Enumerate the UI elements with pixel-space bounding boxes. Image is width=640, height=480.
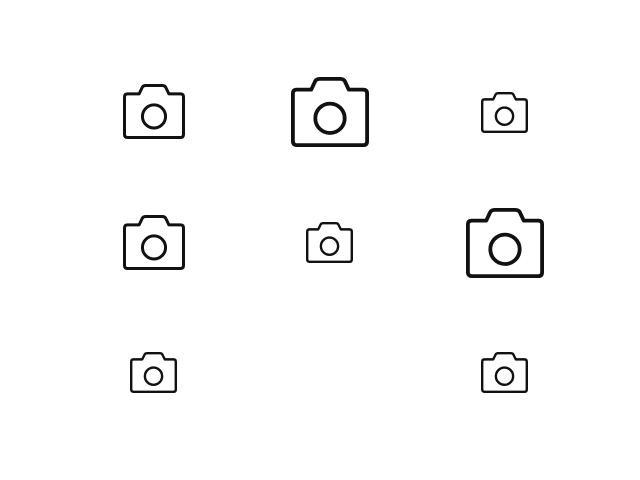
camera-body — [481, 92, 528, 133]
camera-body — [123, 215, 185, 270]
camera-glyph — [130, 352, 177, 393]
camera-lens — [494, 106, 515, 127]
camera-icon — [123, 215, 185, 270]
camera-glyph — [123, 215, 185, 270]
camera-lens — [319, 236, 340, 257]
camera-icon — [123, 84, 185, 139]
camera-icon — [306, 222, 353, 263]
camera-glyph — [481, 352, 528, 393]
camera-icon — [481, 352, 528, 393]
camera-lens — [494, 366, 515, 387]
camera-icon — [481, 92, 528, 133]
camera-glyph — [466, 208, 544, 278]
camera-glyph — [291, 77, 369, 147]
camera-lens — [140, 234, 168, 261]
camera-body — [466, 208, 544, 278]
camera-glyph — [481, 92, 528, 133]
camera-icon — [130, 352, 177, 393]
camera-glyph — [306, 222, 353, 263]
camera-body — [130, 352, 177, 393]
camera-lens — [143, 366, 164, 387]
camera-body — [306, 222, 353, 263]
camera-body — [481, 352, 528, 393]
camera-glyph — [123, 84, 185, 139]
camera-icon — [291, 77, 369, 147]
camera-icon — [466, 208, 544, 278]
camera-lens — [488, 232, 522, 266]
camera-lens — [313, 101, 347, 135]
camera-body — [123, 84, 185, 139]
icon-canvas — [0, 0, 640, 480]
camera-body — [291, 77, 369, 147]
camera-lens — [140, 103, 168, 130]
